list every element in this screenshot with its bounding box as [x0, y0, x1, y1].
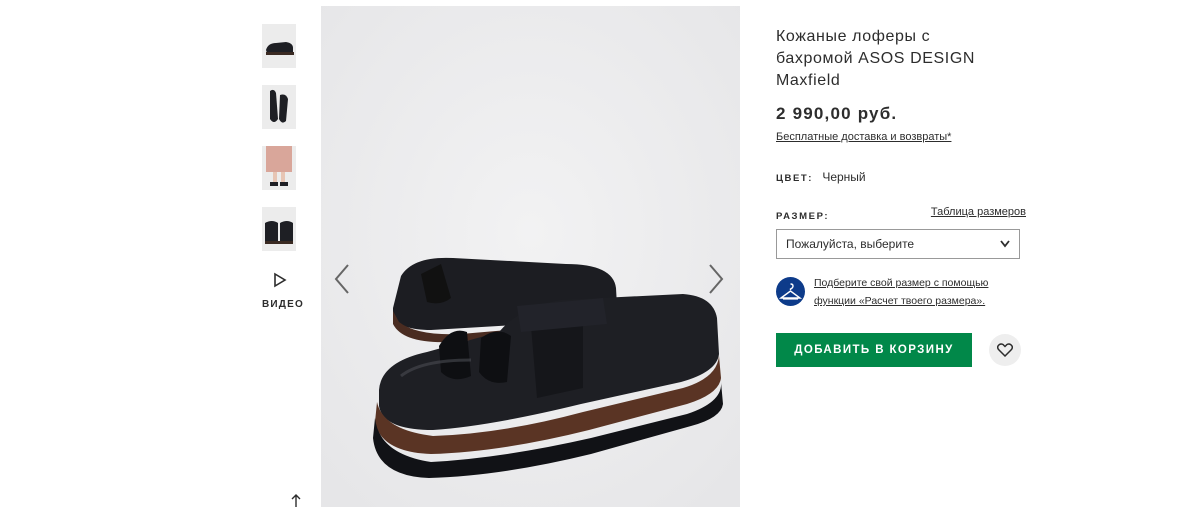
color-value: Черный	[822, 170, 866, 184]
product-title-line3: Maxfield	[776, 72, 841, 89]
product-title-line2: бахромой ASOS DESIGN	[776, 50, 976, 67]
fit-assistant: Подберите свой размер с помощью функции …	[776, 276, 1026, 312]
chevron-left-icon	[334, 264, 349, 294]
fit-assistant-link-line1[interactable]: Подберите свой размер с помощью	[814, 277, 988, 289]
heart-icon	[997, 343, 1013, 357]
product-title: Кожаные лоферы с бахромой ASOS DESIGN Ma…	[776, 26, 1026, 92]
shoe-side-icon	[262, 24, 296, 68]
shoe-back-icon	[262, 207, 296, 251]
shoe-top-icon	[262, 85, 296, 129]
fit-assistant-text: Подберите свой размер с помощью функции …	[814, 274, 988, 310]
product-title-line1: Кожаные лоферы с	[776, 28, 931, 45]
color-row: ЦВЕТ: Черный	[776, 170, 1026, 184]
product-price: 2 990,00 руб.	[776, 104, 898, 123]
hanger-icon	[776, 277, 805, 306]
thumbnail-shoe-top[interactable]	[262, 85, 296, 129]
play-icon	[274, 272, 287, 288]
fit-assistant-link-line2[interactable]: функции «Расчет твоего размера».	[814, 295, 985, 307]
next-image-arrow[interactable]	[706, 262, 726, 296]
size-row: РАЗМЕР: Таблица размеров	[776, 206, 1026, 222]
thumbnail-shoe-side[interactable]	[262, 24, 296, 68]
product-info: Кожаные лоферы с бахромой ASOS DESIGN Ma…	[776, 26, 1026, 367]
size-select-value: Пожалуйста, выберите	[786, 237, 915, 251]
thumbnail-list	[262, 24, 298, 268]
add-to-bag-button[interactable]: ДОБАВИТЬ В КОРЗИНУ	[776, 333, 972, 367]
chevron-down-icon	[1000, 230, 1010, 268]
save-for-later-button[interactable]	[989, 334, 1021, 366]
video-button[interactable]: ВИДЕО	[262, 272, 303, 312]
video-label: ВИДЕО	[262, 299, 304, 310]
loafer-shoes-image	[321, 6, 740, 507]
color-label: ЦВЕТ:	[776, 173, 813, 184]
purchase-actions: ДОБАВИТЬ В КОРЗИНУ	[776, 333, 1026, 367]
thumbnail-shoe-back[interactable]	[262, 207, 296, 251]
size-select[interactable]: Пожалуйста, выберите	[776, 229, 1020, 259]
size-guide-link[interactable]: Таблица размеров	[931, 206, 1026, 218]
product-main-image	[321, 6, 740, 507]
thumbnail-model-legs[interactable]	[262, 146, 296, 190]
model-legs-icon	[262, 146, 296, 190]
free-delivery-link[interactable]: Бесплатные доставка и возвраты*	[776, 131, 951, 143]
scroll-up-icon[interactable]	[290, 494, 302, 511]
chevron-right-icon	[709, 264, 724, 294]
prev-image-arrow[interactable]	[332, 262, 352, 296]
size-label: РАЗМЕР:	[776, 211, 830, 222]
